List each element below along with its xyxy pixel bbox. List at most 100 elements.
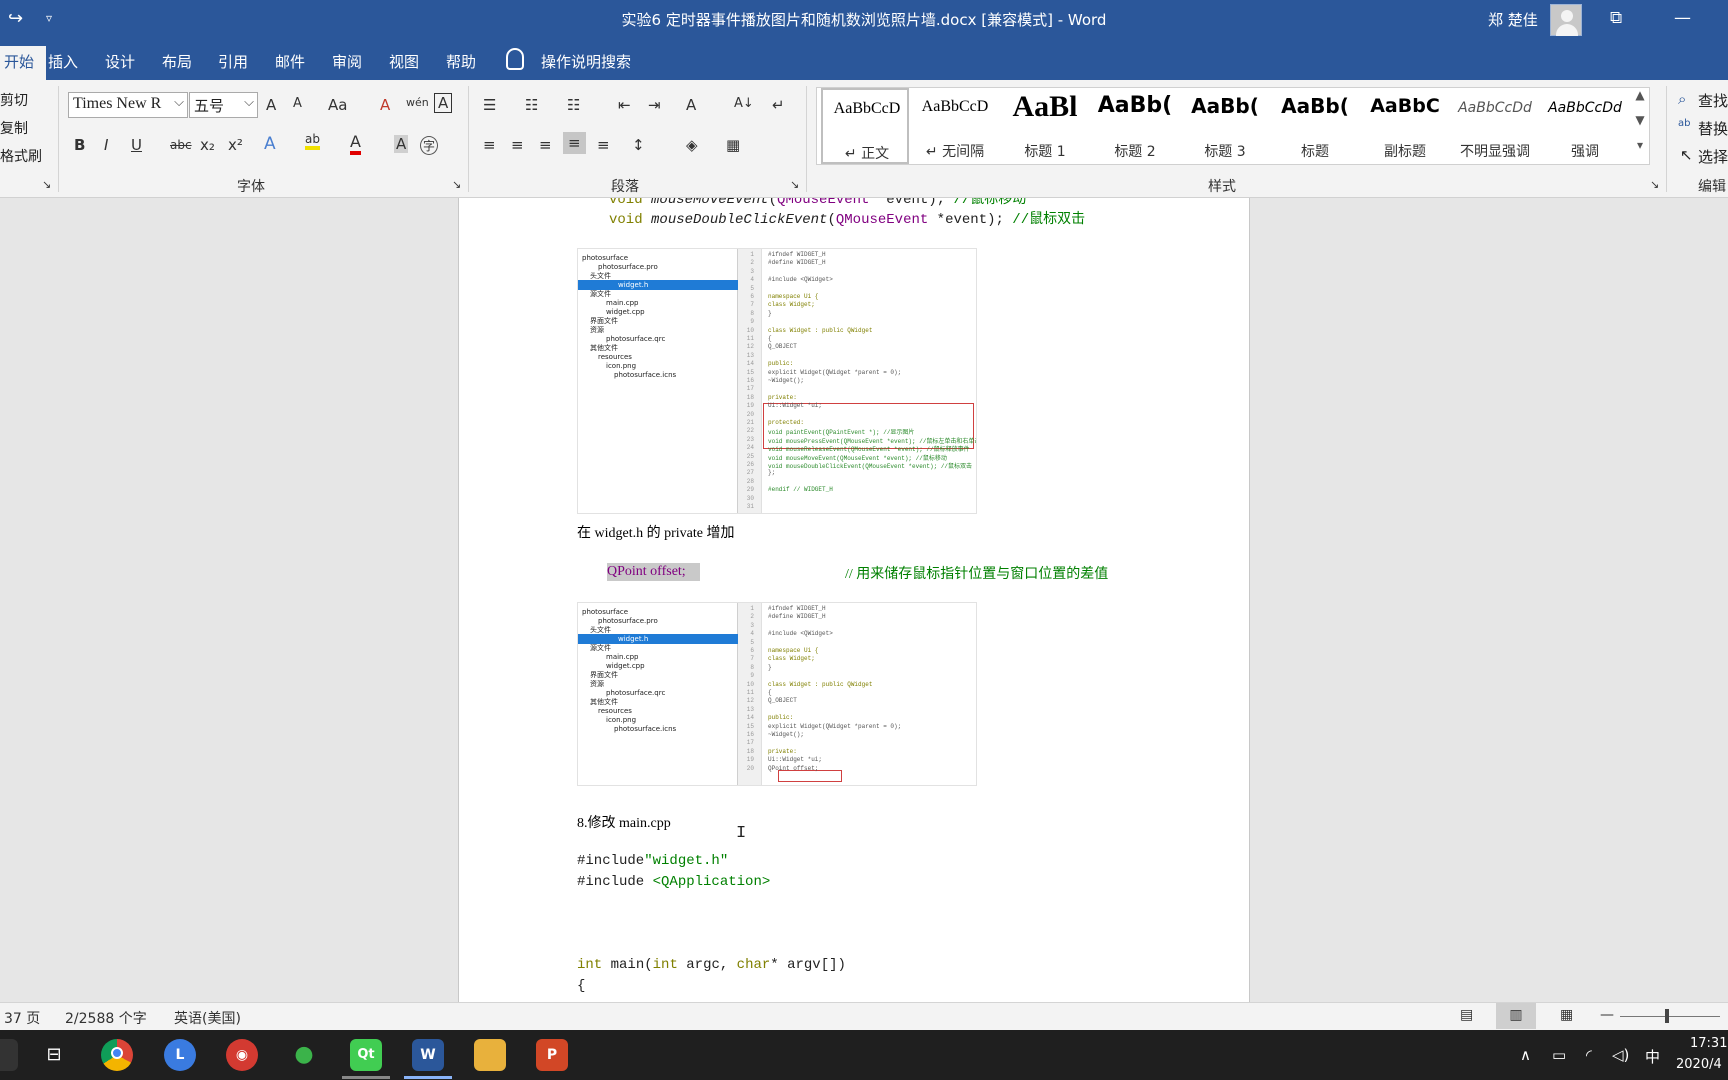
- tab-layout[interactable]: 布局: [162, 51, 192, 72]
- style-heading-1[interactable]: AaBl 标题 1: [1001, 88, 1089, 164]
- powerpoint-icon[interactable]: P: [536, 1039, 568, 1071]
- minimize-icon[interactable]: —: [1674, 8, 1691, 28]
- wifi-icon[interactable]: ◜: [1586, 1046, 1592, 1064]
- increase-indent-button[interactable]: ⇥: [648, 96, 661, 114]
- netease-music-icon[interactable]: ◉: [226, 1039, 258, 1071]
- shading-button[interactable]: ◈: [686, 136, 698, 154]
- character-shading-button[interactable]: A: [394, 135, 409, 153]
- paragraph-launcher-icon[interactable]: ↘: [790, 178, 799, 191]
- clipboard-launcher-icon[interactable]: ↘: [42, 178, 51, 191]
- borders-button[interactable]: ▦: [726, 136, 740, 154]
- change-case-button[interactable]: Aa: [328, 96, 347, 114]
- line-spacing-button[interactable]: ↕: [632, 136, 645, 154]
- decrease-indent-button[interactable]: ⇤: [618, 96, 631, 114]
- style-subtle-emphasis[interactable]: AaBbCcDd 不明显强调: [1451, 88, 1539, 164]
- clear-formatting-button[interactable]: A: [380, 96, 390, 114]
- replace-button[interactable]: 替换: [1698, 118, 1728, 139]
- tab-references[interactable]: 引用: [218, 51, 248, 72]
- tell-me-search[interactable]: 操作说明搜索: [541, 51, 631, 72]
- sort-button[interactable]: A↓: [734, 96, 754, 111]
- qt-creator-icon[interactable]: Qt: [350, 1039, 382, 1071]
- clock-time[interactable]: 17:31: [1690, 1036, 1727, 1051]
- volume-icon[interactable]: ◁): [1612, 1046, 1629, 1064]
- align-center-button[interactable]: ≡: [511, 136, 524, 154]
- font-name-combo[interactable]: Times New R ⌵: [68, 92, 188, 118]
- app-l-icon[interactable]: L: [164, 1039, 196, 1071]
- cut-button[interactable]: 剪切: [0, 90, 28, 110]
- text-effects-button[interactable]: A: [264, 134, 276, 154]
- justify-button[interactable]: ≡: [563, 132, 586, 154]
- subscript-button[interactable]: x₂: [200, 136, 215, 154]
- tab-insert[interactable]: 插入: [48, 51, 78, 72]
- distributed-button[interactable]: ≡: [597, 136, 610, 154]
- word-count[interactable]: 2/2588 个字: [65, 1008, 147, 1028]
- styles-down-icon[interactable]: ▼: [1630, 113, 1650, 138]
- web-layout-icon[interactable]: ▦: [1560, 1007, 1573, 1023]
- copy-button[interactable]: 复制: [0, 118, 28, 138]
- avatar[interactable]: [1550, 4, 1582, 36]
- line-number: 10: [746, 326, 754, 334]
- page-count[interactable]: 37 页: [4, 1008, 40, 1028]
- word-icon[interactable]: W: [412, 1039, 444, 1071]
- clock-date[interactable]: 2020/4: [1676, 1057, 1722, 1072]
- font-size-combo[interactable]: 五号 ⌵: [189, 92, 258, 118]
- line-number-gutter: 1 2 3 4 5 6 7 8 9 10 11 12 13 14 15 16 17 18 19 20 21 22 23 24 2…: [738, 249, 762, 513]
- character-border-button[interactable]: A: [434, 93, 453, 113]
- zoom-out-icon[interactable]: —: [1600, 1007, 1614, 1023]
- highlight-button[interactable]: ab: [305, 132, 320, 150]
- tray-expand-icon[interactable]: ∧: [1520, 1046, 1531, 1064]
- underline-button[interactable]: U: [131, 136, 142, 154]
- styles-up-icon[interactable]: ▲: [1630, 88, 1650, 113]
- select-button[interactable]: 选择: [1698, 146, 1728, 167]
- shrink-font-button[interactable]: A: [293, 96, 302, 111]
- style-emphasis[interactable]: AaBbCcDd 强调: [1541, 88, 1629, 164]
- tab-view[interactable]: 视图: [389, 51, 419, 72]
- style-no-spacing[interactable]: AaBbCcD ↵ 无间隔: [911, 88, 999, 164]
- document-page[interactable]: void mouseMoveEvent(QMouseEvent *event);…: [458, 198, 1250, 1002]
- italic-button[interactable]: I: [104, 136, 108, 154]
- print-layout-icon[interactable]: ▥: [1496, 1003, 1536, 1029]
- format-painter-button[interactable]: 格式刷: [0, 146, 42, 166]
- style-heading-2[interactable]: AaBb(标题 2: [1091, 88, 1179, 164]
- grow-font-button[interactable]: A: [266, 96, 276, 114]
- tab-home[interactable]: 开始: [0, 46, 47, 80]
- style-normal[interactable]: AaBbCcD ↵ 正文: [821, 88, 909, 164]
- tab-help[interactable]: 帮助: [446, 51, 476, 72]
- bullets-button[interactable]: ☰: [483, 96, 496, 114]
- numbering-button[interactable]: ☷: [525, 96, 538, 114]
- start-icon[interactable]: [0, 1039, 18, 1071]
- tab-design[interactable]: 设计: [105, 51, 135, 72]
- superscript-button[interactable]: x²: [228, 136, 243, 154]
- language-indicator[interactable]: 英语(美国): [174, 1008, 241, 1028]
- style-heading-3[interactable]: AaBb(标题 3: [1181, 88, 1269, 164]
- tab-review[interactable]: 审阅: [332, 51, 362, 72]
- font-color-button[interactable]: A: [350, 132, 361, 155]
- font-launcher-icon[interactable]: ↘: [452, 178, 461, 191]
- bold-button[interactable]: B: [74, 136, 85, 154]
- tab-mailings[interactable]: 邮件: [275, 51, 305, 72]
- chrome-icon[interactable]: [101, 1039, 133, 1071]
- styles-launcher-icon[interactable]: ↘: [1650, 178, 1659, 191]
- style-subtitle[interactable]: AaBbC 副标题: [1361, 88, 1449, 164]
- show-formatting-marks-button[interactable]: ↵: [772, 96, 785, 114]
- align-left-button[interactable]: ≡: [483, 136, 496, 154]
- find-button[interactable]: 查找: [1698, 90, 1728, 111]
- user-name[interactable]: 郑 楚佳: [1488, 9, 1538, 30]
- file-explorer-icon[interactable]: [474, 1039, 506, 1071]
- styles-more-icon[interactable]: ▾: [1630, 138, 1650, 163]
- style-title[interactable]: AaBb(标题: [1271, 88, 1359, 164]
- strikethrough-button[interactable]: abc: [170, 138, 192, 152]
- align-right-button[interactable]: ≡: [539, 136, 552, 154]
- battery-icon[interactable]: ▭: [1552, 1046, 1566, 1064]
- zoom-slider-track[interactable]: [1620, 1016, 1720, 1017]
- zoom-slider-thumb[interactable]: [1665, 1009, 1669, 1023]
- chinese-layout-button[interactable]: A: [686, 96, 696, 114]
- phonetic-guide-button[interactable]: wén: [406, 96, 429, 109]
- task-view-icon[interactable]: ⊟: [38, 1039, 70, 1071]
- read-mode-icon[interactable]: ▤: [1460, 1007, 1473, 1023]
- ime-indicator[interactable]: 中: [1645, 1046, 1660, 1067]
- wechat-icon[interactable]: ●: [288, 1039, 320, 1071]
- multilevel-list-button[interactable]: ☷: [567, 96, 580, 114]
- enclose-characters-button[interactable]: 字: [420, 136, 439, 155]
- ribbon-display-options-icon[interactable]: ⧉: [1610, 8, 1622, 28]
